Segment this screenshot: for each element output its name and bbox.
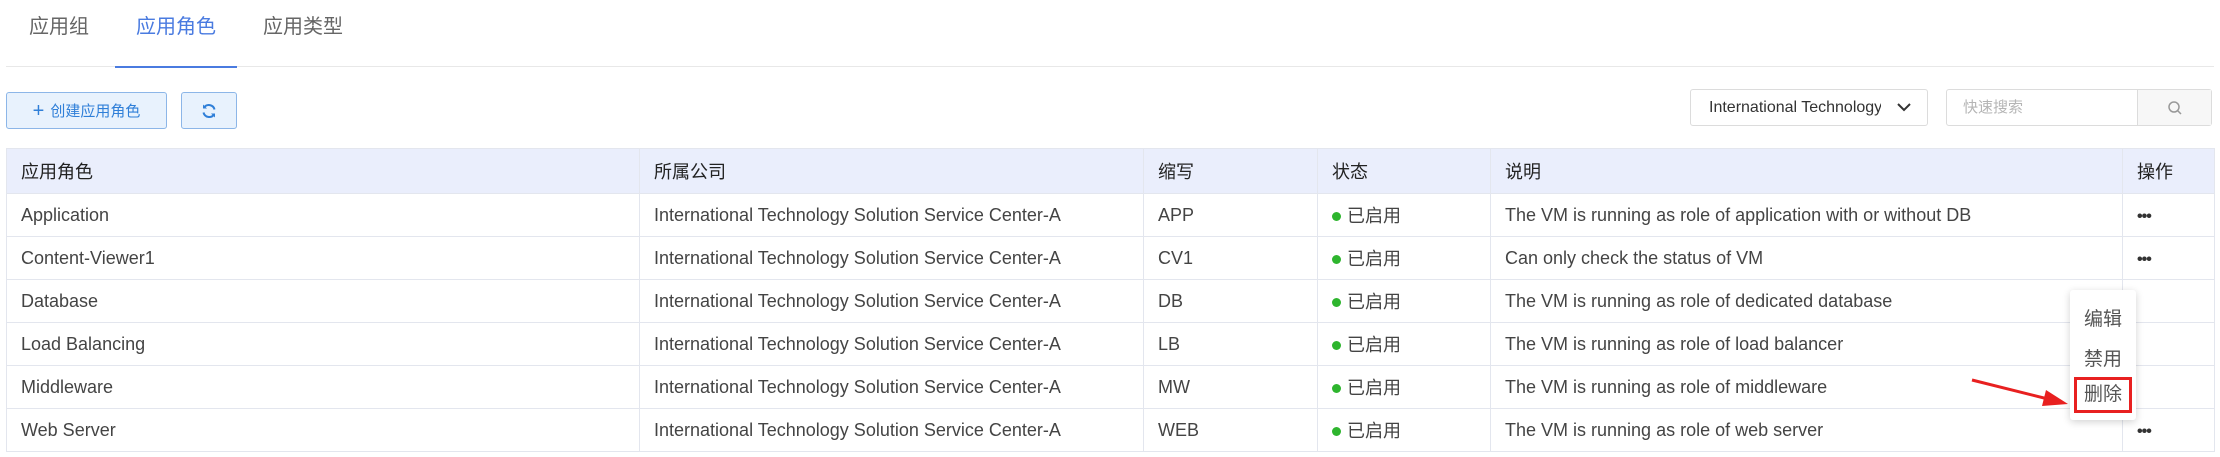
cell-company: International Technology Solution Servic… [639,408,1144,452]
status-dot-icon [1332,297,1341,307]
cell-status: 已启用 [1317,408,1491,452]
cell-status: 已启用 [1317,236,1491,280]
cell-role: Database [6,279,640,323]
refresh-icon [202,103,216,118]
cell-actions: ••• [2122,408,2215,452]
cell-status: 已启用 [1317,322,1491,366]
cell-actions [2122,279,2215,323]
create-app-role-button[interactable]: + 创建应用角色 [6,92,167,129]
status-dot-icon [1332,426,1341,436]
status-label: 已启用 [1347,249,1401,269]
cell-abbr: APP [1143,193,1318,237]
tab-app-role[interactable]: 应用角色 [115,0,237,68]
company-select-value: International Technology Solution Servic… [1709,98,1881,116]
col-header-role[interactable]: 应用角色 [6,148,640,194]
status-label: 已启用 [1347,335,1401,355]
status-label: 已启用 [1347,292,1401,312]
table-row[interactable]: Middleware International Technology Solu… [6,365,2215,409]
col-header-status[interactable]: 状态 [1317,148,1491,194]
cell-desc: Can only check the status of VM [1490,236,2123,280]
col-header-actions: 操作 [2122,148,2215,194]
cell-actions [2122,322,2215,366]
table-row[interactable]: Content-Viewer1 International Technology… [6,236,2215,280]
cell-role: Load Balancing [6,322,640,366]
menu-item-disable[interactable]: 禁用 [2070,344,2136,371]
tab-app-group[interactable]: 应用组 [23,0,95,67]
cell-abbr: CV1 [1143,236,1318,280]
cell-desc: The VM is running as role of application… [1490,193,2123,237]
table-row[interactable]: Database International Technology Soluti… [6,279,2215,323]
cell-company: International Technology Solution Servic… [639,279,1144,323]
cell-status: 已启用 [1317,279,1491,323]
cell-desc: The VM is running as role of web server [1490,408,2123,452]
cell-status: 已启用 [1317,365,1491,409]
refresh-button[interactable] [181,92,237,129]
cell-company: International Technology Solution Servic… [639,193,1144,237]
quick-search [1946,89,2212,126]
status-label: 已启用 [1347,206,1401,226]
plus-icon: + [32,99,45,122]
cell-role: Web Server [6,408,640,452]
cell-status: 已启用 [1317,193,1491,237]
col-header-desc[interactable]: 说明 [1490,148,2123,194]
status-dot-icon [1332,211,1341,221]
status-dot-icon [1332,254,1341,264]
cell-company: International Technology Solution Servic… [639,365,1144,409]
cell-abbr: LB [1143,322,1318,366]
cell-role: Application [6,193,640,237]
col-header-abbr[interactable]: 缩写 [1143,148,1318,194]
status-dot-icon [1332,340,1341,350]
tab-app-type[interactable]: 应用类型 [257,0,349,67]
row-action-menu: 编辑 禁用 删除 [2070,290,2136,420]
cell-desc: The VM is running as role of load balanc… [1490,322,2123,366]
create-app-role-label: 创建应用角色 [50,103,141,120]
search-input[interactable] [1947,90,2137,125]
more-actions-icon[interactable]: ••• [2137,423,2152,440]
cell-company: International Technology Solution Servic… [639,236,1144,280]
cell-actions [2122,365,2215,409]
chevron-down-icon [1897,103,1911,112]
status-label: 已启用 [1347,378,1401,398]
cell-abbr: DB [1143,279,1318,323]
search-button[interactable] [2137,90,2211,125]
menu-item-delete[interactable]: 删除 [2074,377,2132,413]
cell-actions: ••• [2122,193,2215,237]
cell-role: Content-Viewer1 [6,236,640,280]
table-row[interactable]: Web Server International Technology Solu… [6,408,2215,452]
cell-abbr: WEB [1143,408,1318,452]
cell-company: International Technology Solution Servic… [639,322,1144,366]
menu-item-edit[interactable]: 编辑 [2070,304,2136,331]
annotation-arrow-icon [1971,378,2068,406]
app-role-table: 应用角色 所属公司 缩写 状态 说明 操作 Application Intern… [6,148,2215,452]
status-label: 已启用 [1347,421,1401,441]
table-row[interactable]: Load Balancing International Technology … [6,322,2215,366]
company-select[interactable]: International Technology Solution Servic… [1690,89,1928,126]
cell-desc: The VM is running as role of dedicated d… [1490,279,2123,323]
cell-abbr: MW [1143,365,1318,409]
search-icon [2167,100,2182,115]
col-header-company[interactable]: 所属公司 [639,148,1144,194]
cell-actions: ••• [2122,236,2215,280]
table-header-row: 应用角色 所属公司 缩写 状态 说明 操作 [6,148,2215,194]
more-actions-icon[interactable]: ••• [2137,251,2152,268]
cell-role: Middleware [6,365,640,409]
more-actions-icon[interactable]: ••• [2137,208,2152,225]
table-row[interactable]: Application International Technology Sol… [6,193,2215,237]
status-dot-icon [1332,383,1341,393]
tab-bar: 应用组 应用角色 应用类型 [6,0,2214,68]
